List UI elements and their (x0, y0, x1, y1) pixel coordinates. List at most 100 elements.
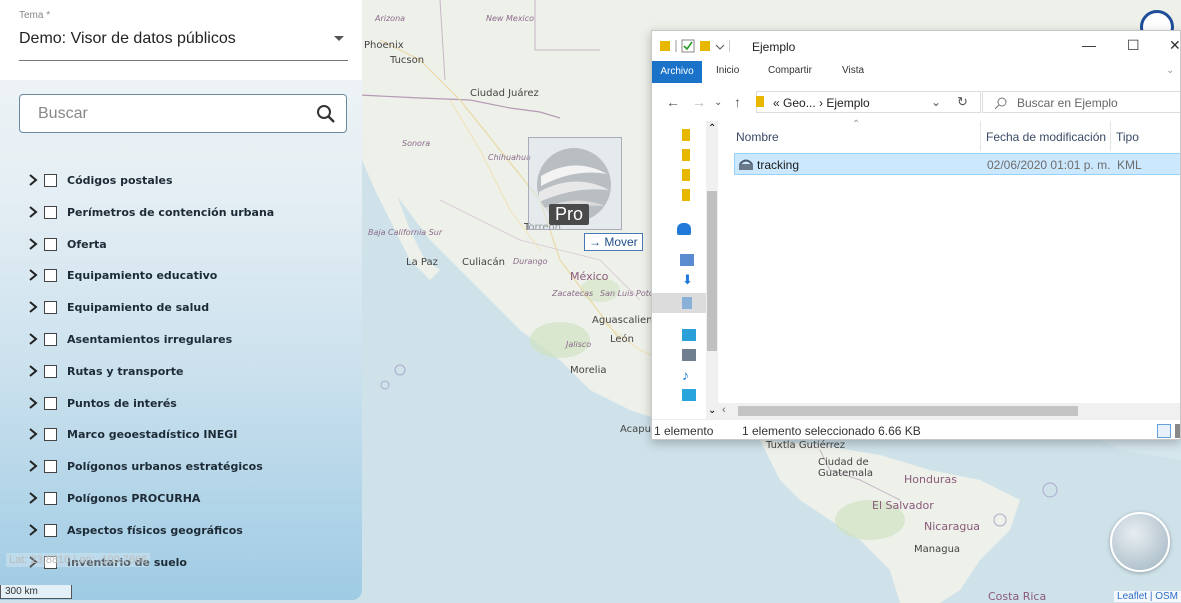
explorer-search-placeholder[interactable]: Buscar en Ejemplo (1017, 96, 1118, 110)
layer-checkbox[interactable] (44, 300, 57, 314)
folder-icon[interactable] (682, 169, 690, 181)
search-box[interactable] (19, 94, 347, 133)
tab-vista[interactable]: Vista (842, 65, 864, 76)
refresh-icon[interactable]: ↻ (957, 94, 968, 110)
chevron-right-icon[interactable] (28, 301, 38, 313)
column-separator[interactable] (980, 121, 981, 151)
forward-arrow-icon[interactable]: → (692, 94, 706, 110)
layer-checkbox[interactable] (44, 459, 57, 473)
search-icon[interactable] (316, 104, 336, 124)
nav-scroll-thumb[interactable] (707, 191, 717, 351)
layer-checkbox[interactable] (44, 173, 57, 187)
chevron-right-icon[interactable] (28, 492, 38, 504)
ribbon-tabs: Archivo Inicio Compartir Vista ⌄ (652, 61, 1180, 83)
tema-value[interactable]: Demo: Visor de datos públicos (19, 30, 236, 48)
chevron-right-icon[interactable] (28, 238, 38, 250)
scale-bar: 300 km (0, 585, 72, 599)
layer-checkbox[interactable] (44, 427, 57, 441)
chevron-right-icon[interactable] (28, 269, 38, 281)
back-arrow-icon[interactable]: ← (666, 94, 680, 110)
tema-select[interactable]: Tema * Demo: Visor de datos públicos (0, 0, 362, 80)
chevron-right-icon[interactable] (28, 524, 38, 536)
pictures-icon[interactable] (682, 349, 696, 361)
layer-item[interactable]: Oferta (28, 234, 348, 254)
layer-item[interactable]: Polígonos PROCURHA (28, 488, 348, 508)
column-separator[interactable] (1110, 121, 1111, 151)
address-path[interactable]: « Geo... › Ejemplo (773, 96, 870, 110)
layer-item[interactable]: Asentamientos irregulares (28, 329, 348, 349)
minimap-globe[interactable] (1110, 512, 1170, 572)
window-titlebar[interactable]: Ejemplo — ☐ ✕ (652, 31, 1180, 61)
large-icons-view-icon[interactable] (1175, 424, 1180, 438)
layer-item[interactable]: Polígonos urbanos estratégicos (28, 456, 348, 476)
layer-item[interactable]: Aspectos físicos geográficos (28, 520, 348, 540)
minimize-button[interactable]: — (1082, 37, 1096, 53)
layer-item[interactable]: Marco geoestadístico INEGI (28, 424, 348, 444)
file-list[interactable]: ⌃ Nombre Fecha de modificación Tipo trac… (722, 119, 1180, 421)
chevron-right-icon[interactable] (28, 333, 38, 345)
file-type: KML (1117, 158, 1142, 172)
desktop-icon[interactable] (682, 329, 696, 341)
layer-item[interactable]: Rutas y transporte (28, 361, 348, 381)
layer-checkbox[interactable] (44, 523, 57, 537)
details-view-icon[interactable] (1157, 424, 1171, 438)
folder-icon[interactable] (682, 189, 690, 201)
close-button[interactable]: ✕ (1169, 37, 1180, 54)
layer-checkbox[interactable] (44, 268, 57, 282)
layer-item[interactable]: Equipamiento educativo (28, 265, 348, 285)
dropdown-arrow-icon[interactable] (334, 36, 344, 41)
address-dropdown-icon[interactable]: ⌄ (931, 95, 941, 109)
quick-access-toolbar[interactable] (660, 39, 730, 53)
up-arrow-icon[interactable]: ↑ (734, 94, 741, 110)
folder-icon[interactable] (682, 149, 690, 161)
chevron-right-icon[interactable] (28, 365, 38, 377)
search-input[interactable] (20, 95, 310, 132)
horizontal-scrollbar[interactable]: ‹ (718, 403, 1180, 419)
navigation-pane[interactable]: ⬇ ♪ ⌃ ⌄ (652, 121, 718, 421)
layer-item[interactable]: Perímetros de contención urbana (28, 202, 348, 222)
nav-scrollbar[interactable]: ⌃ ⌄ (706, 121, 718, 421)
layer-checkbox[interactable] (44, 237, 57, 251)
file-explorer-window[interactable]: Ejemplo — ☐ ✕ Archivo Inicio Compartir V… (651, 30, 1181, 440)
address-bar[interactable]: « Geo... › Ejemplo ⌄ ↻ (756, 91, 981, 113)
maximize-button[interactable]: ☐ (1127, 37, 1140, 54)
layer-checkbox[interactable] (44, 364, 57, 378)
column-header-type[interactable]: Tipo (1116, 130, 1139, 144)
scroll-up-icon[interactable]: ⌃ (708, 123, 716, 134)
tab-compartir[interactable]: Compartir (768, 65, 812, 76)
map-label-zacatecas: Zacatecas (552, 289, 594, 298)
chevron-right-icon[interactable] (28, 397, 38, 409)
objects-3d-icon[interactable] (682, 389, 696, 401)
horizontal-scroll-thumb[interactable] (738, 406, 1078, 416)
layer-checkbox[interactable] (44, 205, 57, 219)
recent-locations-icon[interactable]: ⌄ (714, 97, 722, 108)
map-label-tuxtla: Tuxtla Gutiérrez (766, 440, 846, 451)
music-icon[interactable]: ♪ (682, 368, 696, 382)
chevron-right-icon[interactable] (28, 206, 38, 218)
scroll-down-icon[interactable]: ⌄ (708, 405, 716, 416)
column-header-modified[interactable]: Fecha de modificación (986, 130, 1106, 144)
downloads-icon[interactable]: ⬇ (682, 273, 696, 286)
nav-item-selected[interactable] (652, 293, 706, 313)
onedrive-icon[interactable] (677, 223, 691, 235)
layer-item[interactable]: Equipamiento de salud (28, 297, 348, 317)
chevron-right-icon[interactable] (28, 460, 38, 472)
layer-checkbox[interactable] (44, 396, 57, 410)
ribbon-expand-icon[interactable]: ⌄ (1166, 65, 1174, 76)
folder-icon[interactable] (682, 129, 690, 141)
scroll-left-icon[interactable]: ‹ (722, 404, 726, 416)
tab-archivo[interactable]: Archivo (652, 61, 702, 83)
chevron-right-icon[interactable] (28, 174, 38, 186)
layer-item[interactable]: Puntos de interés (28, 393, 348, 413)
table-row[interactable]: tracking 02/06/2020 01:01 p. m. KML (734, 153, 1180, 175)
layer-checkbox[interactable] (44, 332, 57, 346)
this-pc-icon[interactable] (680, 254, 694, 266)
map-attribution[interactable]: Leaflet | OSM (1114, 591, 1181, 602)
column-header-name[interactable]: Nombre (736, 130, 779, 144)
tab-inicio[interactable]: Inicio (716, 65, 739, 76)
explorer-search-box[interactable]: Buscar en Ejemplo (982, 91, 1180, 113)
layer-checkbox[interactable] (44, 491, 57, 505)
layer-item[interactable]: Códigos postales (28, 170, 348, 190)
chevron-right-icon[interactable] (28, 428, 38, 440)
file-name[interactable]: tracking (757, 158, 799, 172)
